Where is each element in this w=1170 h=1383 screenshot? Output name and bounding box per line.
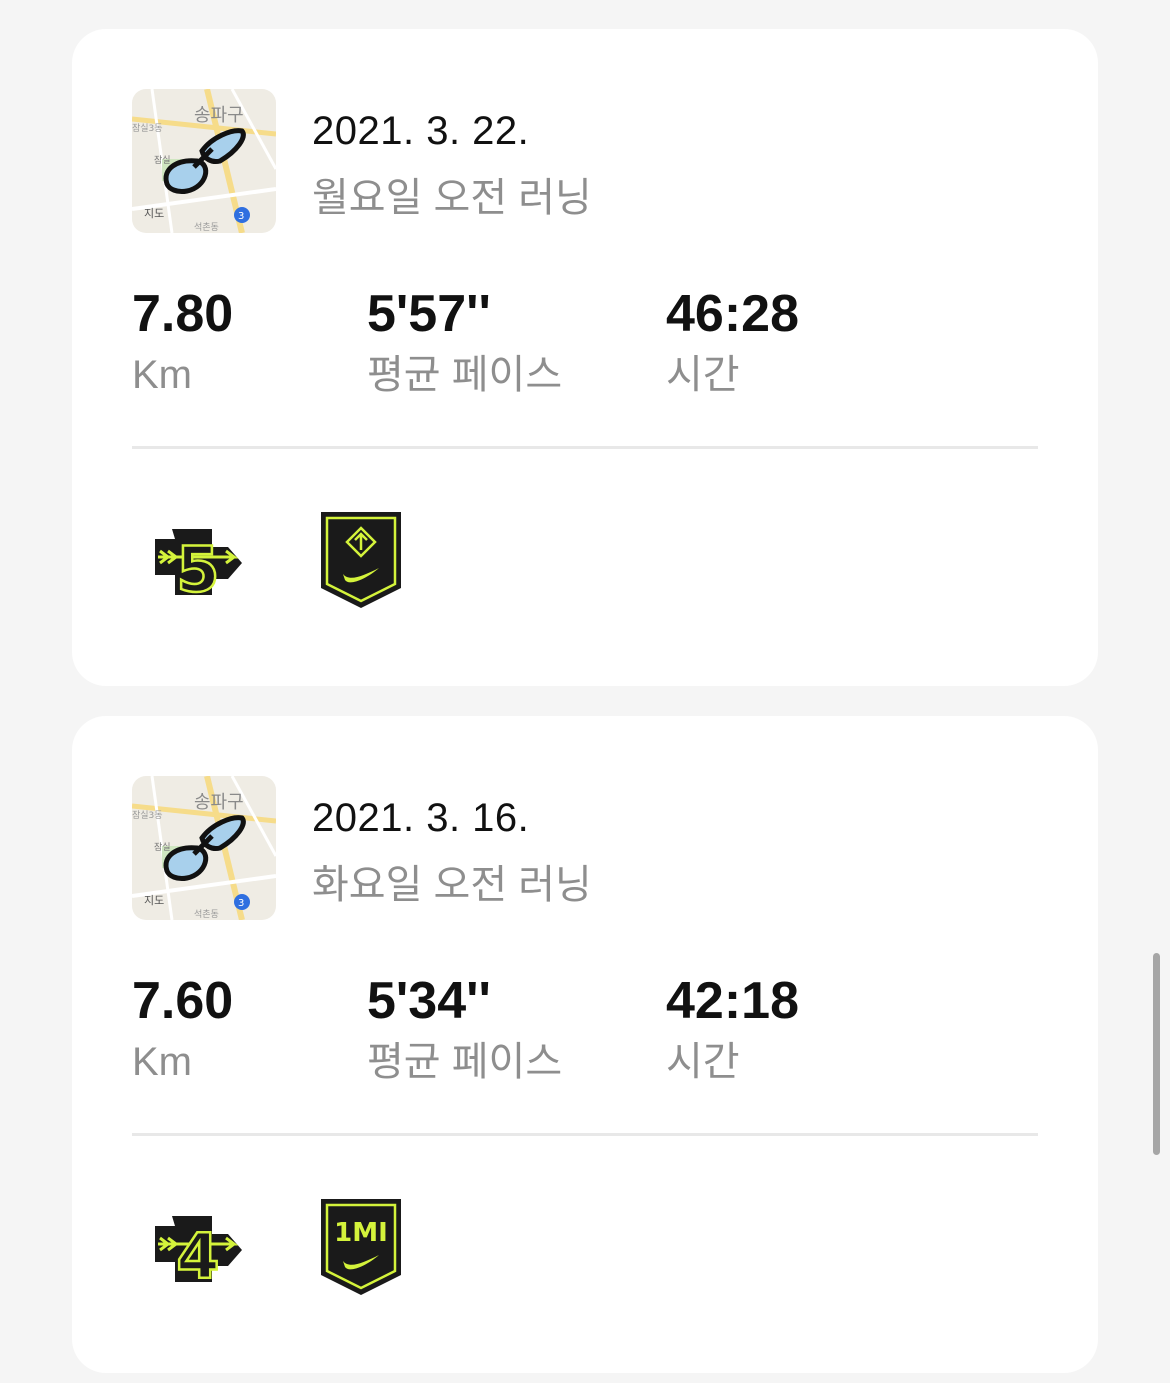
maps-attribution-label: 지도 — [144, 894, 164, 907]
time-value: 46:28 — [666, 285, 799, 343]
map-district-label: 송파구 — [194, 105, 244, 126]
map-district-label: 송파구 — [194, 792, 244, 813]
pace-stat: 5'34'' 평균 페이스 — [367, 971, 562, 1087]
map-neighborhood-label: 잠실 — [154, 155, 171, 166]
activity-title: 화요일 오전 러닝 — [312, 863, 592, 907]
map-south-label: 석촌동 — [194, 222, 219, 233]
time-stat: 42:18 시간 — [666, 971, 799, 1087]
distance-value: 7.60 — [132, 972, 234, 1030]
activity-card[interactable]: 송파구 잠실3동 잠실 지도 석촌동 3 2021. 3. 16. 화요일 오전… — [72, 716, 1098, 1373]
pace-value: 5'57'' — [367, 285, 491, 343]
distance-label: Km — [132, 1040, 192, 1084]
activity-title: 월요일 오전 러닝 — [312, 176, 592, 220]
activity-date: 2021. 3. 16. — [312, 796, 530, 840]
first-run-shield-icon[interactable] — [319, 510, 403, 610]
divider — [132, 1133, 1038, 1136]
map-south-label: 석촌동 — [194, 909, 219, 920]
pace-label: 평균 페이스 — [367, 1040, 563, 1084]
time-label: 시간 — [666, 1040, 740, 1084]
divider — [132, 446, 1038, 449]
map-neighborhood-label: 잠실 — [154, 842, 171, 853]
time-stat: 46:28 시간 — [666, 284, 799, 400]
map-area-label: 잠실3동 — [132, 123, 163, 134]
distance-stat: 7.80 Km — [132, 284, 233, 400]
time-value: 42:18 — [666, 972, 799, 1030]
distance-value: 7.80 — [132, 285, 234, 343]
pace-stat: 5'57'' 평균 페이스 — [367, 284, 562, 400]
map-area-label: 잠실3동 — [132, 810, 163, 821]
streak-4-badge-icon[interactable]: 4 — [150, 1204, 246, 1294]
time-label: 시간 — [666, 353, 740, 397]
pace-value: 5'34'' — [367, 972, 491, 1030]
streak-number: 4 — [176, 1220, 219, 1293]
pace-label: 평균 페이스 — [367, 353, 563, 397]
one-mile-shield-icon[interactable]: 1MI — [319, 1197, 403, 1297]
route-badge-label: 3 — [238, 898, 244, 909]
maps-attribution-label: 지도 — [144, 207, 164, 220]
streak-5-badge-icon[interactable]: 5 — [150, 517, 246, 607]
distance-label: Km — [132, 353, 192, 397]
activity-card[interactable]: 송파구 잠실3동 잠실 지도 석촌동 3 2021. 3. 22. 월요일 오전… — [72, 29, 1098, 686]
route-map-thumbnail[interactable]: 송파구 잠실3동 잠실 지도 석촌동 3 — [132, 89, 276, 233]
shield-text: 1MI — [334, 1218, 388, 1248]
route-map-thumbnail[interactable]: 송파구 잠실3동 잠실 지도 석촌동 3 — [132, 776, 276, 920]
activity-feed: 송파구 잠실3동 잠실 지도 석촌동 3 2021. 3. 22. 월요일 오전… — [0, 0, 1170, 1383]
route-badge-label: 3 — [238, 211, 244, 222]
activity-date: 2021. 3. 22. — [312, 109, 530, 153]
distance-stat: 7.60 Km — [132, 971, 233, 1087]
scrollbar[interactable] — [1153, 953, 1160, 1155]
streak-number: 5 — [176, 533, 219, 606]
